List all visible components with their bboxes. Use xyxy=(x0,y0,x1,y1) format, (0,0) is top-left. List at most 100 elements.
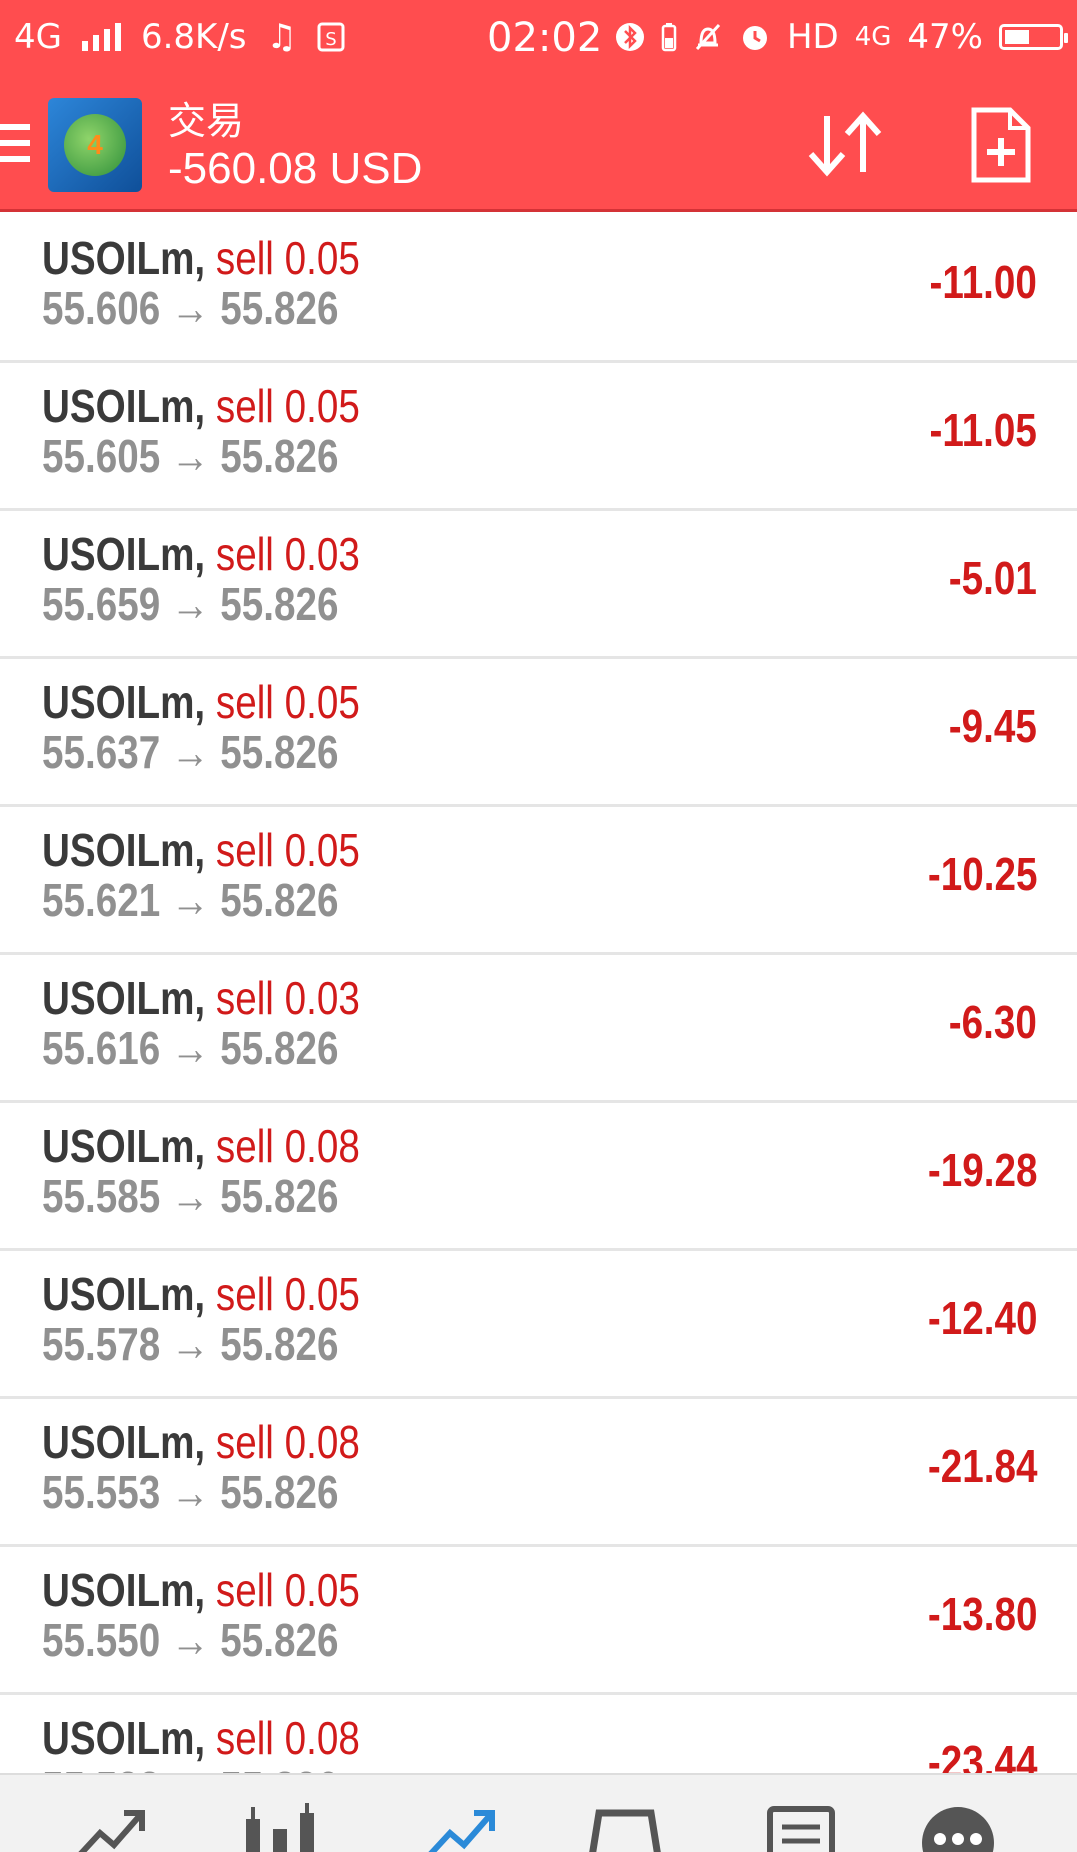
hd-indicator: HD xyxy=(786,17,839,57)
menu-icon[interactable] xyxy=(0,124,30,162)
trade-profit: -12.40 xyxy=(927,1292,1037,1344)
trade-profit: -6.30 xyxy=(948,996,1037,1048)
status-right: HD 4G 47% xyxy=(615,17,1068,57)
arrow-icon: → xyxy=(170,578,210,630)
signal-icon xyxy=(81,23,121,51)
open-price: 55.616 xyxy=(42,1022,161,1074)
trade-side-volume: sell 0.05 xyxy=(215,1268,360,1320)
trade-prices: 55.616 → 55.826 xyxy=(42,1021,338,1075)
trade-row[interactable]: USOILm, sell 0.05 55.637 → 55.826 -9.45 xyxy=(0,659,1077,807)
trade-side-volume: sell 0.08 xyxy=(215,1416,360,1468)
trade-prices: 55.637 → 55.826 xyxy=(42,725,338,779)
more-icon[interactable] xyxy=(918,1803,998,1852)
current-price: 55.826 xyxy=(220,726,339,778)
trade-row[interactable]: USOILm, sell 0.05 55.550 → 55.826 -13.80 xyxy=(0,1547,1077,1695)
trade-icon[interactable] xyxy=(420,1803,500,1852)
trade-symbol: USOILm, xyxy=(42,824,206,876)
trade-profit: -11.05 xyxy=(929,404,1037,456)
app-logo-mark: 4 xyxy=(64,114,126,176)
arrow-icon: → xyxy=(170,1318,210,1370)
open-price: 55.659 xyxy=(42,578,161,630)
trade-title: USOILm, sell 0.03 xyxy=(42,527,360,581)
quotes-icon[interactable] xyxy=(70,1803,150,1852)
trade-row[interactable]: USOILm, sell 0.05 55.621 → 55.826 -10.25 xyxy=(0,807,1077,955)
network-speed: 6.8K/s xyxy=(140,17,247,57)
trade-prices: 55.659 → 55.826 xyxy=(42,577,338,631)
trade-title: USOILm, sell 0.08 xyxy=(42,1119,360,1173)
trade-row[interactable]: USOILm, sell 0.05 55.578 → 55.826 -12.40 xyxy=(0,1251,1077,1399)
current-price: 55.826 xyxy=(220,1466,339,1518)
current-price: 55.826 xyxy=(220,430,339,482)
trade-row[interactable]: USOILm, sell 0.08 55.553 → 55.826 -21.84 xyxy=(0,1399,1077,1547)
current-price: 55.826 xyxy=(220,1762,338,1773)
trade-prices: 55.533 → 55.826 xyxy=(42,1761,338,1773)
trade-row[interactable]: USOILm, sell 0.08 55.585 → 55.826 -19.28 xyxy=(0,1103,1077,1251)
trade-row[interactable]: USOILm, sell 0.05 55.605 → 55.826 -11.05 xyxy=(0,363,1077,511)
trade-prices: 55.578 → 55.826 xyxy=(42,1317,338,1371)
trade-side-volume: sell 0.08 xyxy=(215,1712,360,1764)
open-price: 55.585 xyxy=(42,1170,161,1222)
trade-side-volume: sell 0.05 xyxy=(215,676,360,728)
trade-title: USOILm, sell 0.05 xyxy=(42,231,360,285)
trade-symbol: USOILm, xyxy=(42,528,206,580)
open-price: 55.533 xyxy=(42,1762,160,1773)
trade-symbol: USOILm, xyxy=(42,1120,206,1172)
history-icon[interactable] xyxy=(585,1803,665,1852)
trade-side-volume: sell 0.05 xyxy=(215,232,360,284)
svg-text:S: S xyxy=(325,29,336,50)
trade-title: USOILm, sell 0.03 xyxy=(42,971,360,1025)
trade-row[interactable]: USOILm, sell 0.03 55.616 → 55.826 -6.30 xyxy=(0,955,1077,1103)
trade-profit: -19.28 xyxy=(927,1144,1037,1196)
current-price: 55.826 xyxy=(220,578,339,630)
news-icon[interactable] xyxy=(760,1803,840,1852)
status-left: 4G 6.8K/s ♫ S xyxy=(14,17,345,57)
trade-row[interactable]: USOILm, sell 0.0855.533 → 55.826 -23.44 xyxy=(0,1695,1077,1773)
trade-title: USOILm, sell 0.08 xyxy=(42,1711,360,1765)
trade-profit: -13.80 xyxy=(927,1588,1037,1640)
clock: 02:02 xyxy=(487,15,603,61)
open-price: 55.637 xyxy=(42,726,161,778)
trade-title: USOILm, sell 0.05 xyxy=(42,675,360,729)
arrow-icon: → xyxy=(170,282,210,334)
trade-row[interactable]: USOILm, sell 0.03 55.659 → 55.826 -5.01 xyxy=(0,511,1077,659)
trade-symbol: USOILm, xyxy=(42,1268,206,1320)
battery-icon xyxy=(999,24,1068,50)
status-bar: 4G 6.8K/s ♫ S 02:02 HD 4G 47% xyxy=(0,0,1077,76)
trade-prices: 55.621 → 55.826 xyxy=(42,873,338,927)
app-header: 4 交易 -560.08 USD xyxy=(0,76,1077,212)
trade-profit: -23.44 xyxy=(927,1736,1037,1773)
account-balance: -560.08 USD xyxy=(168,144,423,193)
open-price: 55.605 xyxy=(42,430,161,482)
trade-symbol: USOILm, xyxy=(42,1416,206,1468)
current-price: 55.826 xyxy=(220,1614,339,1666)
trade-list[interactable]: USOILm, sell 0.05 55.606 → 55.826 -11.00 US… xyxy=(0,215,1077,1773)
trade-symbol: USOILm, xyxy=(42,232,206,284)
arrow-icon: → xyxy=(170,1614,210,1666)
current-price: 55.826 xyxy=(220,1022,339,1074)
mute-bell-icon xyxy=(695,23,721,51)
new-order-icon[interactable] xyxy=(970,106,1032,184)
trade-title: USOILm, sell 0.05 xyxy=(42,1267,360,1321)
arrow-icon: → xyxy=(170,1170,210,1222)
open-price: 55.553 xyxy=(42,1466,161,1518)
sort-icon[interactable] xyxy=(805,108,885,180)
open-price: 55.606 xyxy=(42,282,161,334)
app-logo: 4 xyxy=(48,98,142,192)
trade-prices: 55.585 → 55.826 xyxy=(42,1169,338,1223)
trade-side-volume: sell 0.03 xyxy=(215,972,360,1024)
current-price: 55.826 xyxy=(220,874,339,926)
arrow-icon: → xyxy=(170,874,210,926)
trade-symbol: USOILm, xyxy=(42,676,206,728)
trade-symbol: USOILm, xyxy=(42,972,206,1024)
trade-row[interactable]: USOILm, sell 0.05 55.606 → 55.826 -11.00 xyxy=(0,215,1077,363)
open-price: 55.621 xyxy=(42,874,161,926)
network-type-right: 4G xyxy=(854,22,892,52)
chart-icon[interactable] xyxy=(240,1803,320,1852)
current-price: 55.826 xyxy=(220,282,339,334)
trade-profit: -5.01 xyxy=(948,552,1037,604)
trade-profit: -10.25 xyxy=(927,848,1037,900)
trade-symbol: USOILm, xyxy=(42,1564,206,1616)
trade-symbol: USOILm, xyxy=(42,380,206,432)
arrow-icon: → xyxy=(171,1762,210,1773)
open-price: 55.578 xyxy=(42,1318,161,1370)
